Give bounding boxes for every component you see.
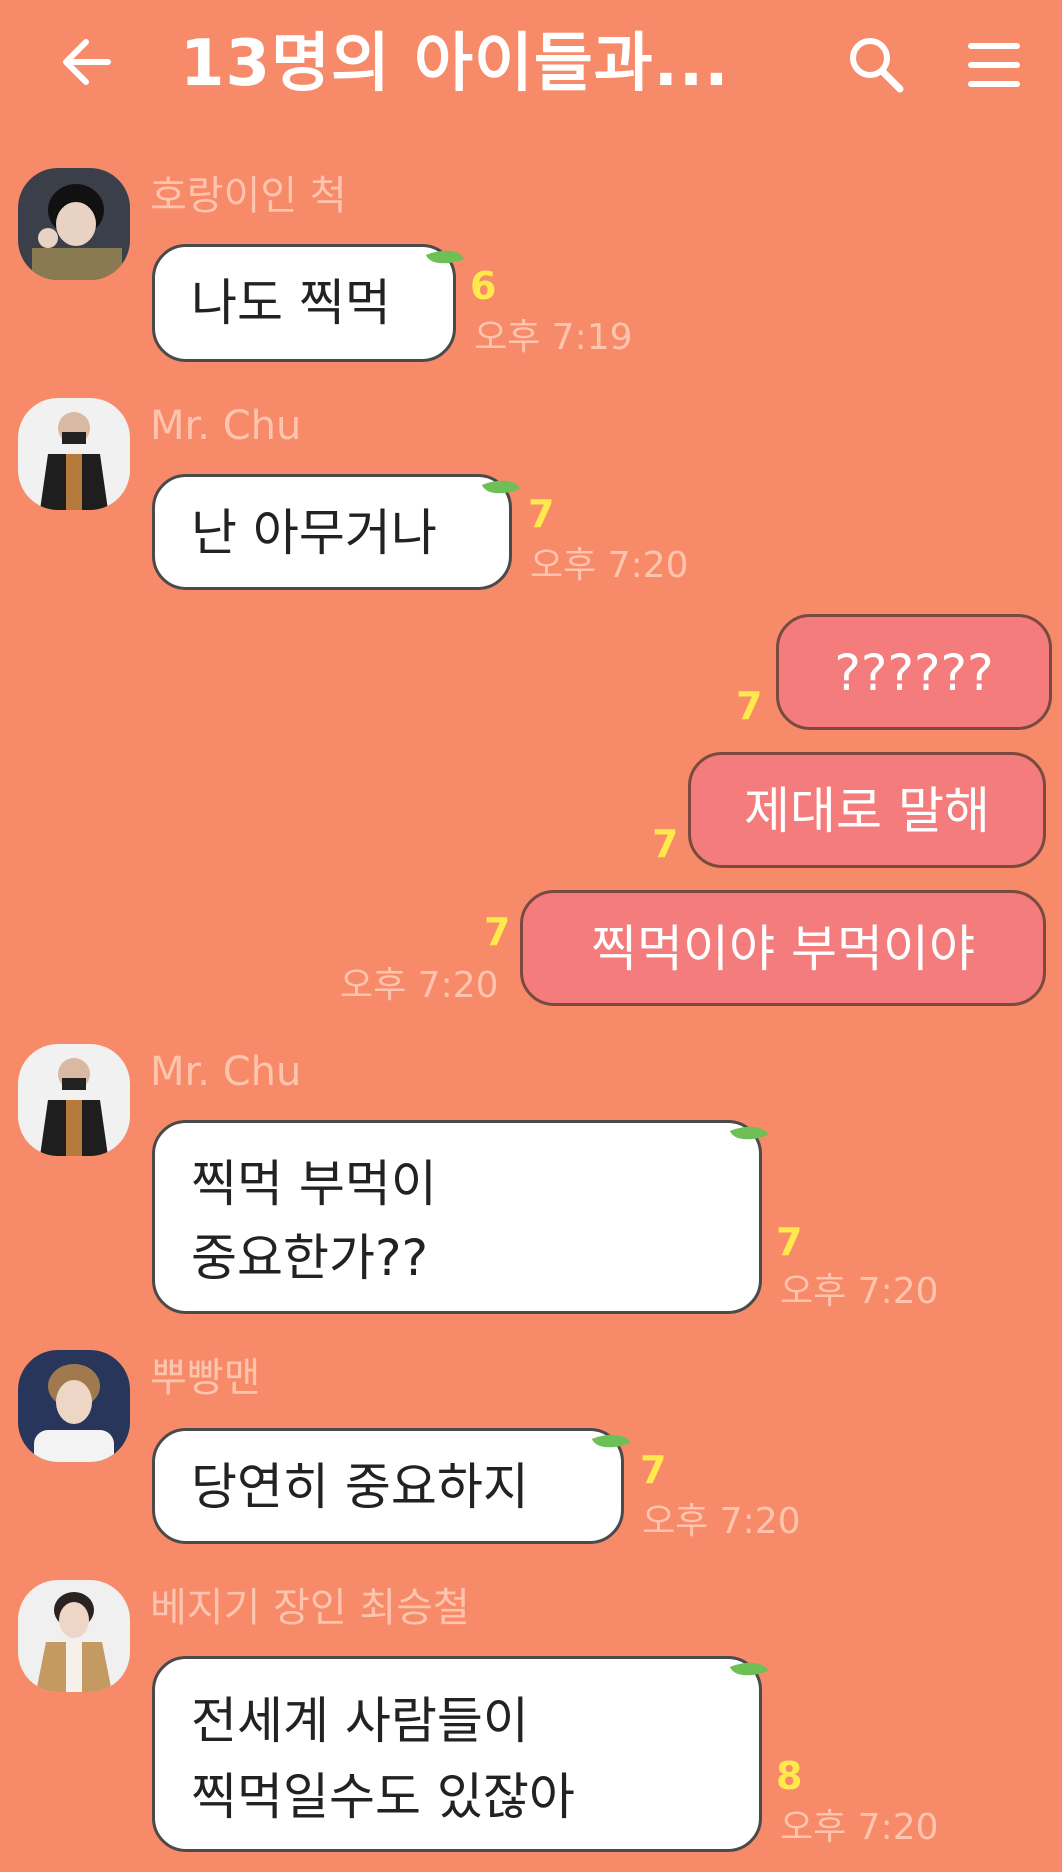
message-text: 중요한가?? (191, 1229, 429, 1287)
search-icon[interactable] (846, 34, 906, 94)
message-text: 나도 찍먹 (191, 274, 391, 332)
message-time: 오후 7:20 (340, 965, 499, 1006)
avatar[interactable] (18, 1350, 130, 1462)
unread-count: 8 (776, 1754, 803, 1798)
avatar[interactable] (18, 1044, 130, 1156)
sender-name: 호랑이인 척 (150, 173, 347, 219)
message-text: 전세계 사람들이 (191, 1692, 529, 1750)
message-bubble[interactable]: 전세계 사람들이 찍먹일수도 있잖아 (152, 1656, 762, 1852)
message-text: 찍먹이야 부먹이야 (591, 920, 975, 978)
sender-name: 뿌빵맨 (150, 1355, 261, 1401)
message-text: 난 아무거나 (191, 504, 437, 562)
message-time: 오후 7:20 (642, 1501, 801, 1542)
message-time: 오후 7:19 (474, 317, 633, 358)
avatar[interactable] (18, 1580, 130, 1692)
unread-count: 7 (736, 684, 763, 728)
message-text: 당연히 중요하지 (191, 1458, 529, 1516)
avatar[interactable] (18, 168, 130, 280)
chat-header: 13명의 아이들과... (0, 0, 1062, 130)
sender-name: Mr. Chu (150, 1049, 302, 1095)
my-message-bubble[interactable]: 찍먹이야 부먹이야 (520, 890, 1046, 1006)
unread-count: 7 (652, 822, 679, 866)
message-time: 오후 7:20 (530, 545, 689, 586)
message-text: 제대로 말해 (744, 782, 990, 840)
message-time: 오후 7:20 (780, 1807, 939, 1848)
message-bubble[interactable]: 당연히 중요하지 (152, 1428, 624, 1544)
unread-count: 7 (776, 1220, 803, 1264)
message-text: 찍먹일수도 있잖아 (191, 1768, 575, 1826)
message-bubble[interactable]: 난 아무거나 (152, 474, 512, 590)
my-message-bubble[interactable]: 제대로 말해 (688, 752, 1046, 868)
sender-name: 베지기 장인 최승철 (150, 1585, 470, 1631)
unread-count: 7 (640, 1448, 667, 1492)
sender-name: Mr. Chu (150, 403, 302, 449)
unread-count: 7 (484, 910, 511, 954)
unread-count: 7 (528, 492, 555, 536)
hamburger-menu-icon[interactable] (966, 40, 1022, 90)
back-arrow-icon[interactable] (58, 32, 118, 92)
message-bubble[interactable]: 찍먹 부먹이 중요한가?? (152, 1120, 762, 1314)
avatar[interactable] (18, 398, 130, 510)
message-bubble[interactable]: 나도 찍먹 (152, 244, 456, 362)
my-message-bubble[interactable]: ?????? (776, 614, 1052, 730)
message-time: 오후 7:20 (780, 1271, 939, 1312)
unread-count: 6 (470, 264, 497, 308)
chat-room-title: 13명의 아이들과... (180, 27, 730, 101)
message-text: 찍먹 부먹이 (191, 1155, 437, 1213)
message-text: ?????? (834, 644, 994, 702)
